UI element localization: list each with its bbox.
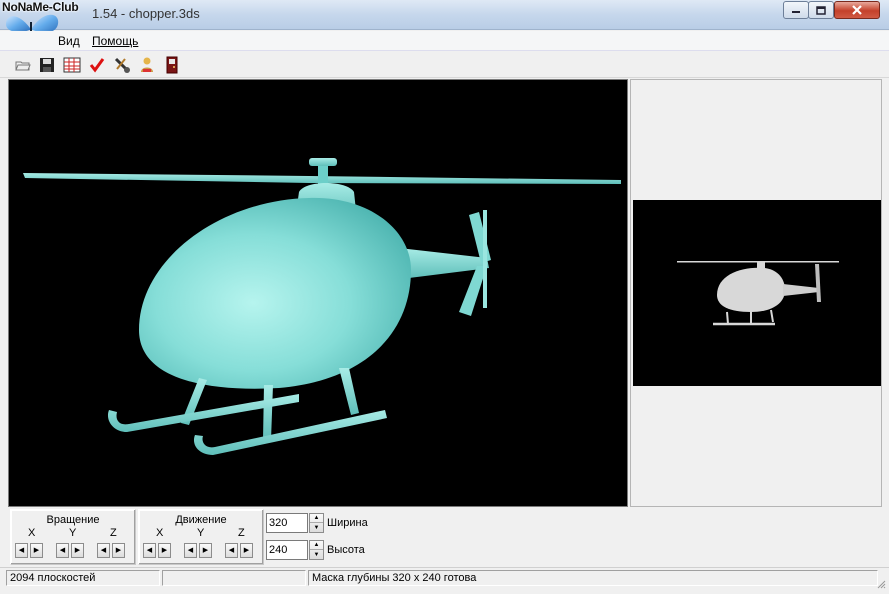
spin-up-icon[interactable]: ▲ — [310, 541, 323, 550]
open-button[interactable] — [14, 56, 32, 74]
arrow-left-icon: ◀ — [100, 547, 107, 554]
title-bar[interactable]: 1.54 - chopper.3ds — [0, 0, 889, 30]
minimize-icon — [792, 11, 800, 13]
rotate-y-right-button[interactable]: ▶ — [71, 543, 84, 558]
arrow-right-icon: ▶ — [243, 547, 250, 554]
controls-area: Вращение X Y Z ◀ ▶ ◀ ▶ ◀ ▶ Движение X Y … — [8, 509, 882, 566]
movement-title: Движение — [175, 514, 227, 526]
move-x-left-button[interactable]: ◀ — [143, 543, 156, 558]
arrow-right-icon: ▶ — [161, 547, 168, 554]
close-button[interactable] — [834, 1, 880, 19]
width-label: Ширина — [327, 517, 368, 529]
preview-panel — [630, 79, 882, 507]
status-bar: 2094 плоскостей Маска глубины 320 x 240 … — [0, 567, 889, 587]
save-icon — [40, 58, 54, 72]
depth-helicopter — [677, 261, 839, 326]
tools-button[interactable] — [113, 56, 131, 74]
move-x-right-button[interactable]: ▶ — [158, 543, 171, 558]
users-icon — [141, 57, 153, 72]
settings-icon — [114, 57, 130, 73]
rotate-z-left-button[interactable]: ◀ — [97, 543, 110, 558]
menu-item-view[interactable]: Вид — [58, 34, 80, 48]
movement-group: Движение X Y Z ◀ ▶ ◀ ▶ ◀ ▶ — [138, 509, 264, 565]
rotation-group: Вращение X Y Z ◀ ▶ ◀ ▶ ◀ ▶ — [10, 509, 136, 565]
maximize-button[interactable] — [808, 1, 834, 19]
move-z-right-button[interactable]: ▶ — [240, 543, 253, 558]
menu-item-help[interactable]: Помощь — [92, 34, 138, 48]
move-axis-z: Z — [238, 527, 245, 539]
move-y-left-button[interactable]: ◀ — [184, 543, 197, 558]
checkmark-icon — [89, 58, 105, 73]
spin-down-icon[interactable]: ▼ — [310, 523, 323, 532]
rotation-title: Вращение — [46, 514, 100, 526]
rotation-axis-x: X — [28, 527, 36, 539]
spin-down-icon[interactable]: ▼ — [310, 550, 323, 559]
move-z-left-button[interactable]: ◀ — [225, 543, 238, 558]
3d-viewport[interactable] — [8, 79, 628, 507]
save-button[interactable] — [38, 56, 56, 74]
grid-button[interactable] — [63, 56, 81, 74]
close-icon — [852, 5, 862, 15]
arrow-right-icon: ▶ — [115, 547, 122, 554]
arrow-left-icon: ◀ — [146, 547, 153, 554]
helicopter-model — [23, 158, 621, 455]
rotate-x-right-button[interactable]: ▶ — [30, 543, 43, 558]
resize-grip-icon[interactable] — [876, 579, 886, 589]
exit-button[interactable] — [163, 56, 181, 74]
arrow-left-icon: ◀ — [187, 547, 194, 554]
rotation-axis-z: Z — [110, 527, 117, 539]
rotate-x-left-button[interactable]: ◀ — [15, 543, 28, 558]
height-label: Высота — [327, 544, 365, 556]
arrow-right-icon: ▶ — [74, 547, 81, 554]
arrow-right-icon: ▶ — [33, 547, 40, 554]
move-axis-x: X — [156, 527, 164, 539]
move-axis-y: Y — [197, 527, 205, 539]
arrow-left-icon: ◀ — [18, 547, 25, 554]
status-empty — [162, 570, 306, 586]
toolbar — [0, 53, 889, 78]
grid-icon — [63, 57, 81, 73]
status-faces: 2094 плоскостей — [6, 570, 160, 586]
arrow-right-icon: ▶ — [202, 547, 209, 554]
status-message: Маска глубины 320 x 240 готова — [308, 570, 878, 586]
check-button[interactable] — [88, 56, 106, 74]
exit-icon — [166, 56, 178, 74]
height-spinner[interactable]: ▲ ▼ — [309, 540, 324, 560]
width-input[interactable] — [266, 513, 308, 533]
people-button[interactable] — [138, 56, 156, 74]
depth-mask-preview — [633, 200, 881, 386]
width-spinner[interactable]: ▲ ▼ — [309, 513, 324, 533]
window-title: 1.54 - chopper.3ds — [92, 6, 200, 21]
logo-text: NoNaMe-Club — [2, 0, 79, 14]
move-y-right-button[interactable]: ▶ — [199, 543, 212, 558]
open-icon — [15, 61, 31, 71]
rotation-axis-y: Y — [69, 527, 77, 539]
height-input[interactable] — [266, 540, 308, 560]
minimize-button[interactable] — [783, 1, 809, 19]
rotate-z-right-button[interactable]: ▶ — [112, 543, 125, 558]
arrow-left-icon: ◀ — [59, 547, 66, 554]
rotate-y-left-button[interactable]: ◀ — [56, 543, 69, 558]
spin-up-icon[interactable]: ▲ — [310, 514, 323, 523]
menu-bar: Вид Помощь — [0, 31, 889, 51]
maximize-icon — [816, 5, 826, 15]
arrow-left-icon: ◀ — [228, 547, 235, 554]
